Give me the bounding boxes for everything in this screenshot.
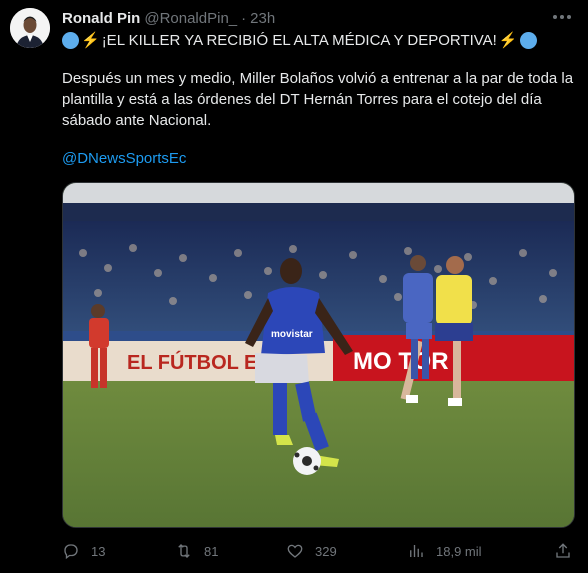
tweet-header: Ronald Pin @RonaldPin_ · 23h (62, 9, 275, 27)
action-bar: 13 81 329 18,9 mil (62, 541, 577, 561)
retweet-button[interactable]: 81 (175, 541, 218, 561)
like-button[interactable]: 329 (286, 541, 337, 561)
blue-circle-emoji (519, 32, 537, 49)
ad-board-right: MO TOR (353, 348, 449, 375)
more-dots-icon[interactable] (550, 6, 574, 28)
separator-dot: · (241, 9, 247, 27)
tweet-time[interactable]: 23h (250, 10, 275, 27)
lightning-emoji: ⚡ (81, 32, 100, 49)
share-icon (556, 543, 570, 558)
views-chart-icon (410, 545, 423, 557)
headline-text: ¡EL KILLER YA RECIBIÓ EL ALTA MÉDICA Y D… (101, 32, 497, 49)
jersey-text: movistar (271, 329, 313, 340)
author-handle[interactable]: @RonaldPin_ (144, 10, 237, 27)
ad-board-left: EL FÚTBOL E (127, 350, 257, 374)
like-count: 329 (315, 543, 337, 559)
tweet[interactable]: Ronald Pin @RonaldPin_ · 23h ⚡ ¡EL KILLE… (0, 0, 588, 573)
tweet-headline: ⚡ ¡EL KILLER YA RECIBIÓ EL ALTA MÉDICA Y… (62, 30, 577, 51)
share-button[interactable] (554, 541, 572, 561)
tweet-body: Después un mes y medio, Miller Bolaños v… (62, 70, 574, 129)
views-count: 18,9 mil (436, 543, 482, 559)
retweet-icon (178, 544, 190, 558)
reply-count: 13 (91, 543, 106, 559)
retweet-count: 81 (204, 543, 219, 559)
views-button[interactable]: 18,9 mil (407, 541, 482, 561)
avatar[interactable] (10, 8, 50, 48)
blue-circle-emoji (62, 32, 79, 49)
reply-icon (64, 544, 78, 560)
mention-link[interactable]: @DNewsSportsEc (62, 148, 577, 169)
soccer-ball (293, 447, 321, 475)
tweet-photo[interactable]: EL FÚTBOL E MO TOR movistar (62, 182, 575, 528)
author-name[interactable]: Ronald Pin (62, 10, 140, 27)
lightning-emoji: ⚡ (498, 32, 518, 49)
heart-icon (287, 544, 303, 558)
reply-button[interactable]: 13 (62, 541, 105, 561)
